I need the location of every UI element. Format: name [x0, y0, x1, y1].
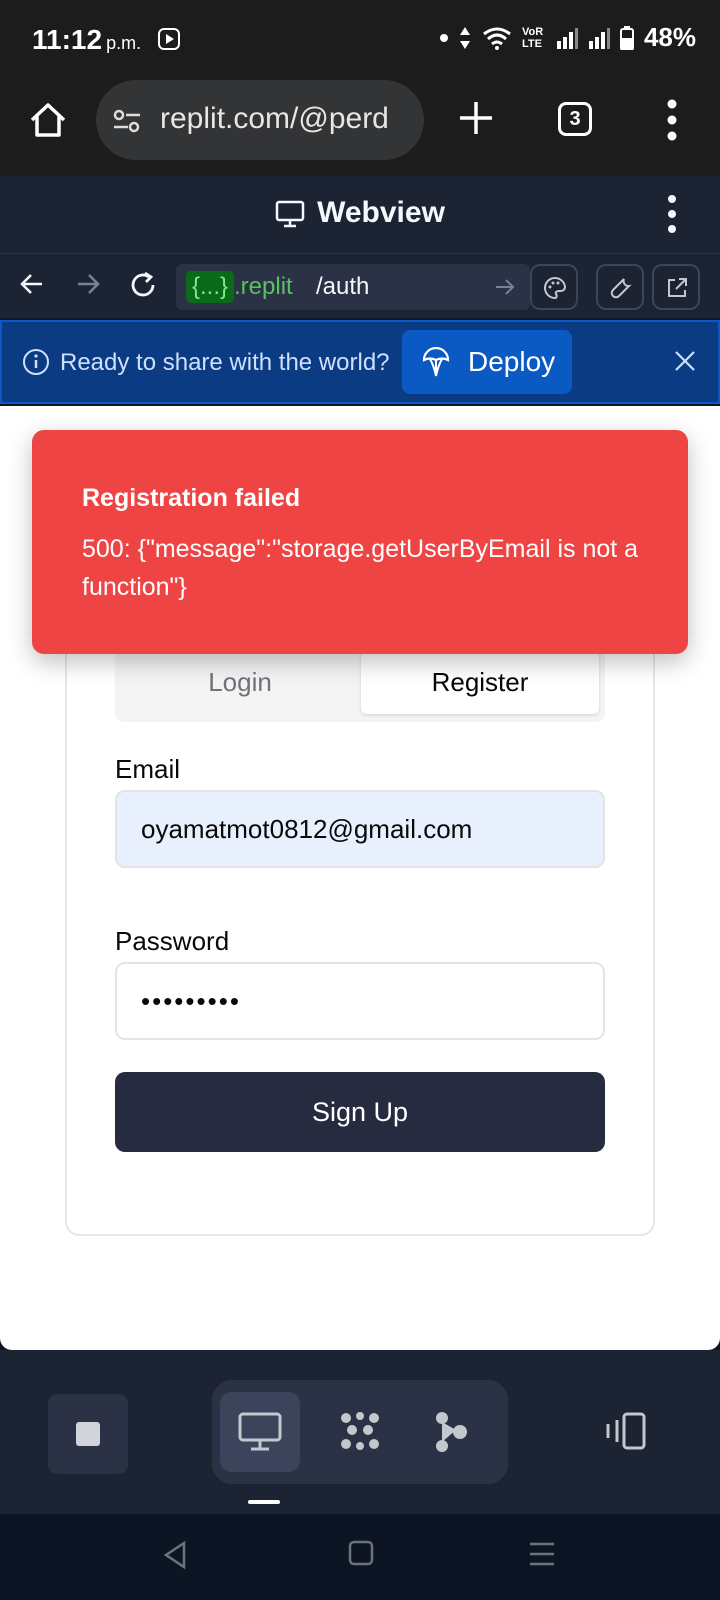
active-indicator [248, 1500, 280, 1504]
more-menu-icon[interactable] [666, 98, 678, 142]
battery-icon [619, 25, 634, 50]
monitor-icon [275, 200, 305, 228]
webview-tab-button[interactable] [220, 1392, 300, 1472]
url-path: /auth [316, 273, 370, 300]
palette-icon [544, 276, 567, 300]
toast-title: Registration failed [82, 484, 301, 512]
app-notification-icon [158, 28, 180, 50]
error-toast[interactable]: Registration failed 500: {"message":"sto… [32, 430, 688, 654]
notification-dot-icon [439, 33, 448, 42]
browser-toolbar: replit.com/@perd 3 [0, 80, 720, 176]
url-repl-chip: {...} [186, 271, 235, 303]
close-icon[interactable] [674, 350, 696, 372]
wrench-icon [610, 278, 632, 299]
stop-icon [76, 1422, 100, 1446]
bottom-nav [0, 1350, 720, 1514]
workflow-tab-button[interactable] [412, 1392, 492, 1472]
deploy-banner-text: Ready to share with the world? [60, 349, 390, 376]
tab-register[interactable]: Register [361, 650, 599, 714]
home-nav-icon[interactable] [348, 1540, 374, 1566]
stop-button[interactable] [48, 1394, 128, 1474]
clock: 11:12 p.m. [32, 24, 142, 55]
deploy-icon [422, 346, 450, 377]
status-bar: 11:12 p.m. VoR LTE 48% [0, 0, 720, 80]
signal-icon-2 [588, 27, 610, 49]
agent-tab-button[interactable] [320, 1392, 400, 1472]
signal-icon [556, 27, 578, 49]
tab-login[interactable]: Login [121, 650, 359, 714]
battery-percent: 48% [643, 22, 696, 52]
home-icon[interactable] [28, 100, 68, 140]
workflow-icon [436, 1412, 467, 1452]
sign-up-button[interactable]: Sign Up [115, 1072, 605, 1152]
password-field[interactable]: ••••••••• [115, 962, 605, 1040]
info-icon [23, 349, 49, 375]
go-arrow-icon[interactable] [494, 276, 516, 298]
back-icon[interactable] [18, 270, 46, 298]
tab-switcher-button[interactable]: 3 [558, 102, 592, 136]
webview-menu-icon[interactable] [666, 194, 678, 234]
wifi-icon [483, 27, 511, 50]
deploy-banner: Ready to share with the world? Deploy [0, 320, 720, 404]
url-domain: .replit [234, 273, 293, 300]
deploy-button[interactable]: Deploy [402, 330, 572, 394]
forward-icon[interactable] [74, 270, 102, 298]
network-type-label: VoR LTE [521, 25, 544, 50]
open-new-tab-button[interactable] [652, 264, 700, 310]
data-arrows-icon [459, 26, 470, 49]
deploy-button-label: Deploy [468, 346, 556, 377]
site-settings-icon[interactable] [112, 106, 142, 136]
address-text: replit.com/@perd [160, 102, 389, 135]
toast-message: 500: {"message":"storage.getUserByEmail … [82, 535, 639, 601]
webview-header: Webview [0, 176, 720, 254]
email-field[interactable]: oyamatmot0812@gmail.com [115, 790, 605, 868]
agent-icon [341, 1412, 379, 1450]
new-tab-icon[interactable] [456, 98, 496, 138]
password-label: Password [115, 926, 230, 956]
address-bar[interactable]: replit.com/@perd [96, 80, 424, 160]
status-icons: VoR LTE 48% [439, 22, 696, 53]
webview-url-field[interactable]: {...} .replit /auth [176, 264, 530, 310]
monitor-icon [238, 1412, 282, 1451]
webview-nav-bar: {...} .replit /auth [0, 254, 720, 318]
webview-title: Webview [0, 196, 720, 230]
view-switcher [212, 1380, 508, 1484]
back-nav-icon[interactable] [162, 1540, 188, 1570]
devtools-button[interactable] [596, 264, 644, 310]
email-label: Email [115, 754, 181, 784]
clock-ampm: p.m. [106, 33, 142, 53]
recents-nav-icon[interactable] [528, 1540, 556, 1568]
system-nav-bar [0, 1514, 720, 1600]
external-link-icon [668, 278, 687, 297]
devices-icon[interactable] [604, 1412, 648, 1452]
theme-button[interactable] [530, 264, 578, 310]
reload-icon[interactable] [128, 270, 158, 300]
auth-card: Login Register Email oyamatmot0812@gmail… [65, 636, 655, 1236]
auth-tabs: Login Register [115, 644, 605, 722]
